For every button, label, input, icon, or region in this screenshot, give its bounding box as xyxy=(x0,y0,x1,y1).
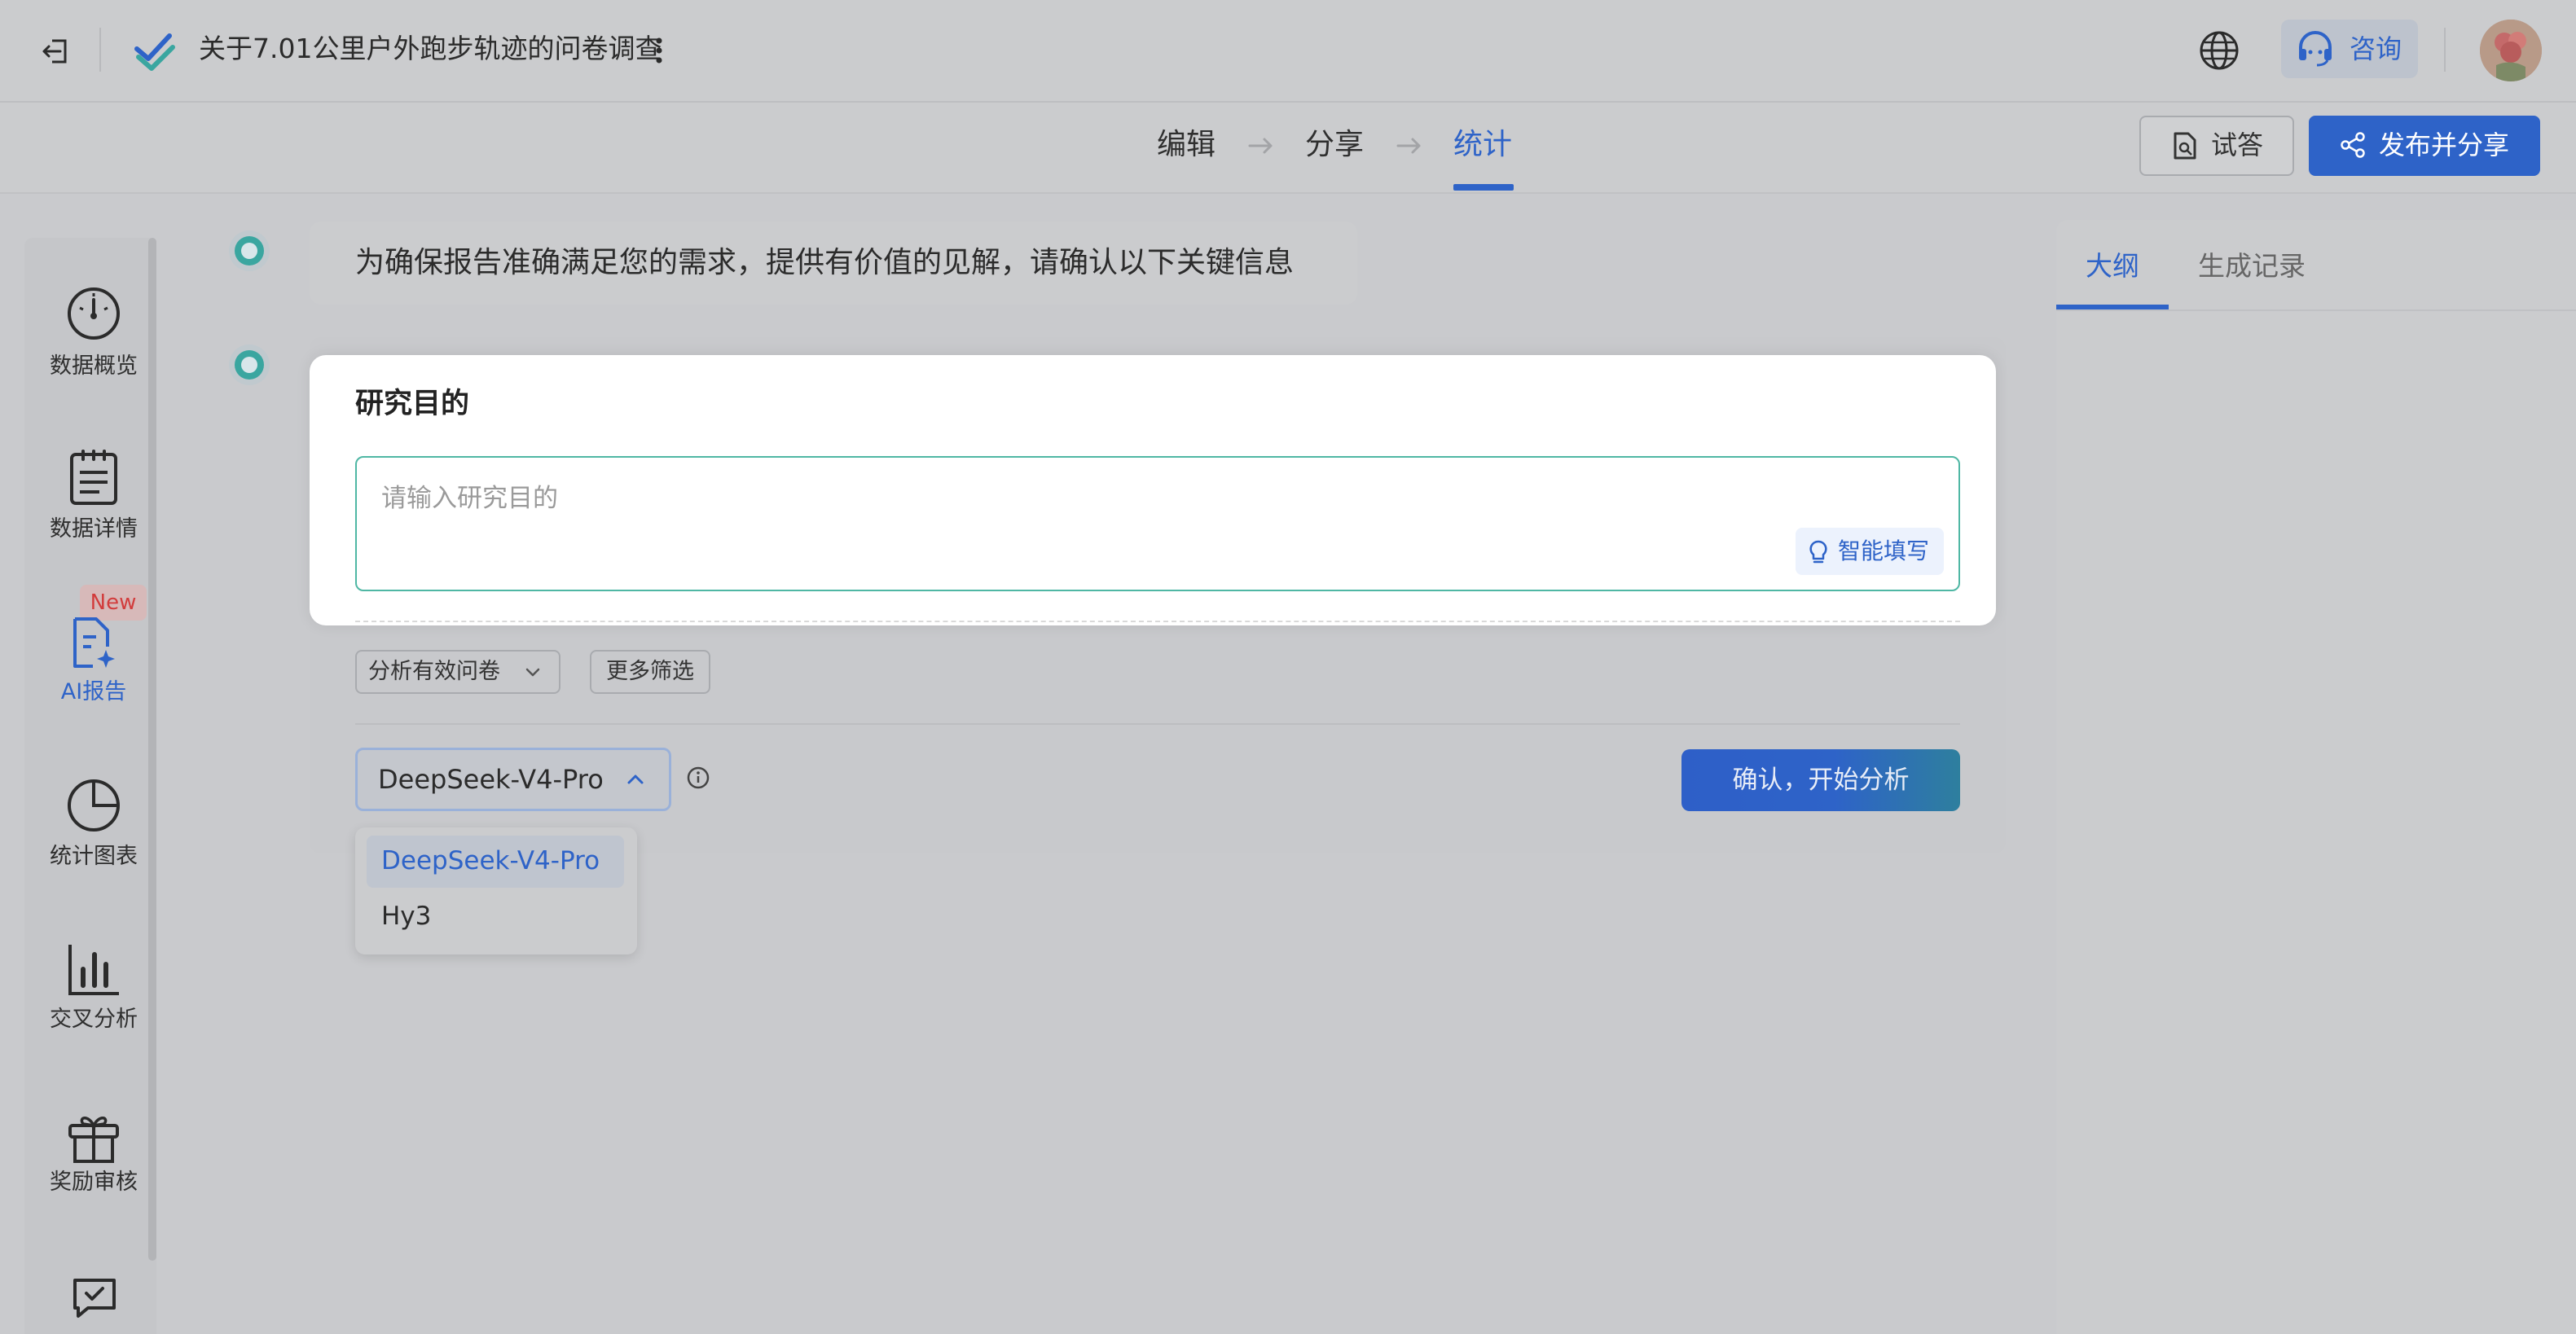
active-step-indicator xyxy=(1453,184,1514,191)
sidebar-item-label: 数据详情 xyxy=(50,516,138,542)
avatar[interactable] xyxy=(2480,20,2542,81)
gift-icon xyxy=(64,1108,124,1168)
headset-icon xyxy=(2294,28,2336,70)
divider xyxy=(99,28,101,72)
lightbulb-icon xyxy=(1807,539,1830,565)
pie-chart-icon xyxy=(64,775,124,836)
research-purpose-input[interactable] xyxy=(355,456,1960,591)
dropdown-option[interactable]: Hy3 xyxy=(381,897,431,935)
sidebar-item-label: 交叉分析 xyxy=(50,1007,138,1032)
sidebar-item-label: AI报告 xyxy=(60,679,127,704)
app-logo-icon xyxy=(132,28,178,73)
step-share[interactable]: 分享 xyxy=(1305,122,1364,168)
arrow-right-icon xyxy=(1246,132,1276,160)
divider xyxy=(2056,309,2576,311)
chevron-down-icon xyxy=(521,661,544,684)
tab-outline[interactable]: 大纲 xyxy=(2086,246,2139,287)
dashed-divider xyxy=(355,621,1960,622)
document-search-icon xyxy=(2170,130,2200,161)
globe-icon[interactable] xyxy=(2196,28,2242,73)
divider xyxy=(2444,28,2446,72)
more-filters-label: 更多筛选 xyxy=(606,659,694,684)
active-tab-indicator xyxy=(2056,305,2169,309)
more-vertical-icon[interactable] xyxy=(648,33,670,68)
survey-title[interactable]: 关于7.01公里户外跑步轨迹的问卷调查 xyxy=(199,26,662,72)
valid-responses-filter-label: 分析有效问卷 xyxy=(368,659,500,684)
dropdown-option[interactable]: DeepSeek-V4-Pro xyxy=(381,842,600,880)
exit-icon[interactable] xyxy=(36,31,77,72)
assistant-avatar-icon xyxy=(226,342,272,388)
step-statistics[interactable]: 统计 xyxy=(1453,122,1512,168)
bar-chart-icon xyxy=(64,940,124,1000)
chevron-up-icon xyxy=(622,767,648,792)
ai-report-icon xyxy=(64,614,124,674)
research-purpose-title: 研究目的 xyxy=(355,388,470,420)
assistant-avatar-icon xyxy=(226,228,272,274)
message-check-icon[interactable] xyxy=(70,1277,119,1319)
divider xyxy=(355,723,1960,725)
sidebar-item-label: 奖励审核 xyxy=(50,1169,138,1195)
step-edit[interactable]: 编辑 xyxy=(1157,122,1215,168)
share-icon xyxy=(2338,130,2367,160)
model-select-value: DeepSeek-V4-Pro xyxy=(378,764,604,795)
sidebar-item-label: 统计图表 xyxy=(50,844,138,869)
assistant-message-text: 为确保报告准确满足您的需求，提供有价值的见解，请确认以下关键信息 xyxy=(355,246,1295,279)
publish-share-label: 发布并分享 xyxy=(2379,129,2510,160)
tab-generation-history[interactable]: 生成记录 xyxy=(2198,246,2306,287)
info-icon[interactable] xyxy=(686,766,710,790)
arrow-right-icon xyxy=(1395,132,1424,160)
try-answer-label: 试答 xyxy=(2211,129,2264,160)
outline-panel xyxy=(2056,220,2576,1334)
sidebar-item-label: 数据概览 xyxy=(50,353,138,379)
consult-label: 咨询 xyxy=(2350,33,2402,64)
confirm-start-analysis-label: 确认，开始分析 xyxy=(1732,766,1910,795)
smart-fill-label: 智能填写 xyxy=(1838,538,1930,564)
gauge-icon xyxy=(64,283,124,344)
clipboard-icon xyxy=(64,448,124,508)
